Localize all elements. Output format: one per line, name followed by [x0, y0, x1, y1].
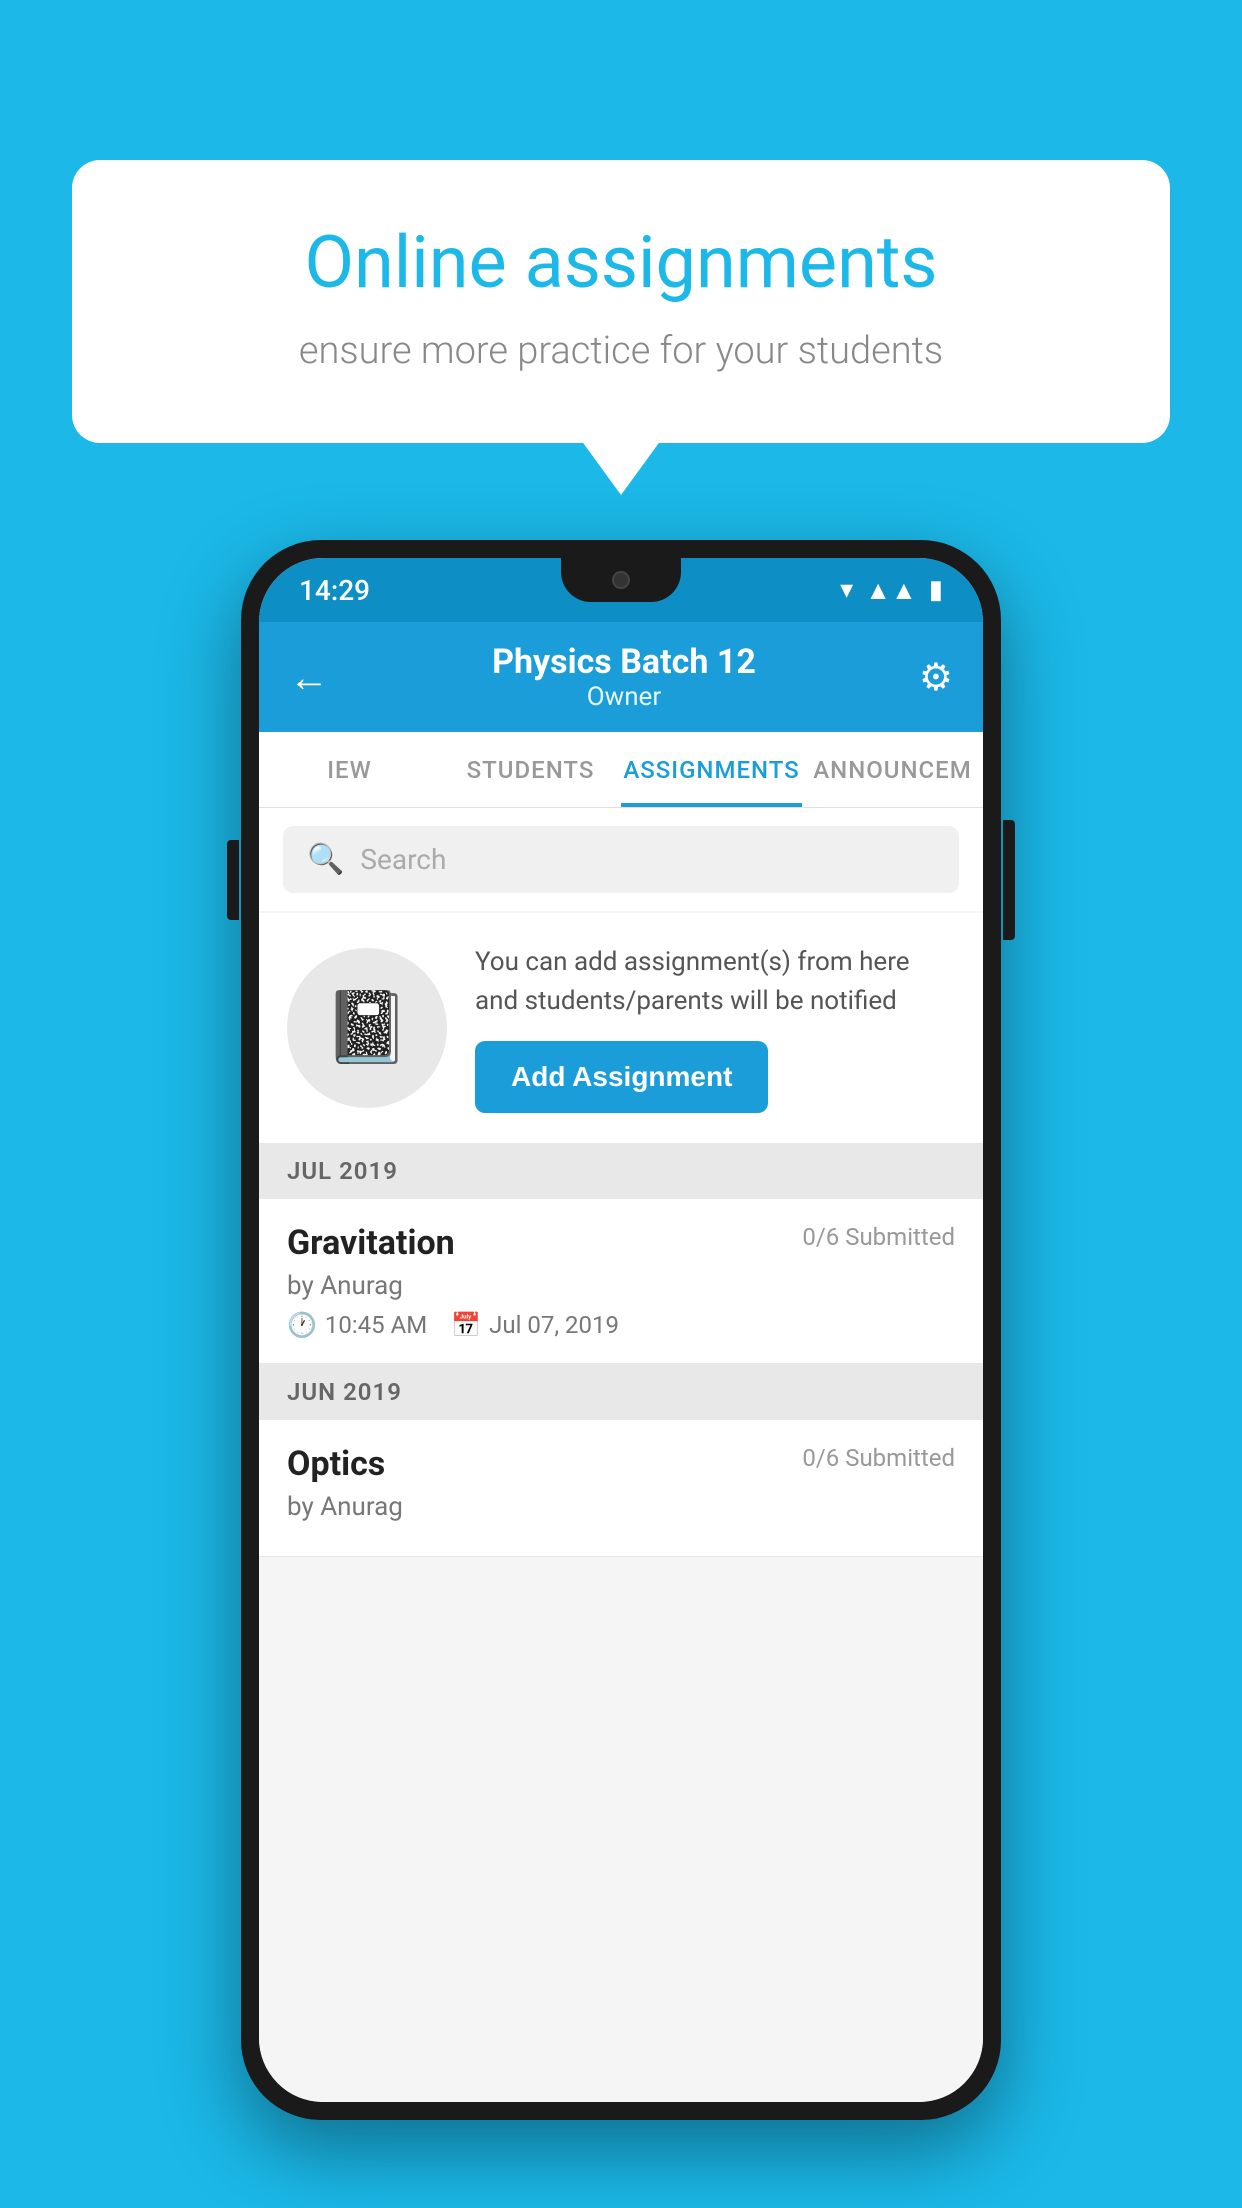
tab-announcements[interactable]: ANNOUNCEM — [802, 732, 983, 807]
search-icon: 🔍 — [307, 842, 344, 877]
search-bar-wrapper: 🔍 Search — [259, 808, 983, 911]
signal-icon: ▲▲ — [865, 575, 916, 606]
search-bar[interactable]: 🔍 Search — [283, 826, 959, 893]
meta-date: 📅 Jul 07, 2019 — [451, 1311, 619, 1339]
clock-icon: 🕐 — [287, 1311, 317, 1339]
assignment-name: Gravitation — [287, 1223, 455, 1263]
meta-time: 🕐 10:45 AM — [287, 1311, 427, 1339]
phone-wrapper: 14:29 ▾ ▲▲ ▮ ← Physics Batch 12 Owner ⚙ — [241, 540, 1001, 2120]
status-time: 14:29 — [299, 574, 370, 607]
bubble-subtitle: ensure more practice for your students — [152, 329, 1090, 373]
speech-bubble: Online assignments ensure more practice … — [72, 160, 1170, 443]
assignment-submitted-optics: 0/6 Submitted — [802, 1444, 955, 1472]
tab-iew[interactable]: IEW — [259, 732, 440, 807]
app-header: ← Physics Batch 12 Owner ⚙ — [259, 622, 983, 732]
speech-bubble-container: Online assignments ensure more practice … — [72, 160, 1170, 443]
settings-icon[interactable]: ⚙ — [919, 655, 953, 700]
back-button[interactable]: ← — [289, 654, 329, 701]
content-area: 🔍 Search 📓 You can add assignment(s) fro… — [259, 808, 983, 2102]
header-subtitle: Owner — [492, 682, 756, 712]
assignment-date: Jul 07, 2019 — [489, 1311, 619, 1339]
tab-assignments[interactable]: ASSIGNMENTS — [621, 732, 802, 807]
assignment-author-optics: by Anurag — [287, 1492, 955, 1522]
notebook-icon: 📓 — [323, 987, 410, 1069]
search-placeholder: Search — [360, 843, 446, 876]
phone-content: 🔍 Search 📓 You can add assignment(s) fro… — [259, 808, 983, 2102]
section-jul-2019: JUL 2019 — [259, 1143, 983, 1199]
header-title-group: Physics Batch 12 Owner — [492, 642, 756, 712]
status-icons: ▾ ▲▲ ▮ — [840, 575, 943, 606]
phone-screen: 14:29 ▾ ▲▲ ▮ ← Physics Batch 12 Owner ⚙ — [259, 558, 983, 2102]
assignment-row-top-optics: Optics 0/6 Submitted — [287, 1444, 955, 1484]
battery-icon: ▮ — [929, 575, 943, 605]
assignment-submitted: 0/6 Submitted — [802, 1223, 955, 1251]
promo-section: 📓 You can add assignment(s) from here an… — [259, 913, 983, 1143]
calendar-icon: 📅 — [451, 1311, 481, 1339]
assignment-item-optics[interactable]: Optics 0/6 Submitted by Anurag — [259, 1420, 983, 1557]
notch — [561, 558, 681, 602]
promo-text-area: You can add assignment(s) from here and … — [475, 943, 955, 1113]
assignment-name-optics: Optics — [287, 1444, 385, 1484]
promo-description: You can add assignment(s) from here and … — [475, 943, 955, 1021]
bubble-title: Online assignments — [152, 220, 1090, 305]
promo-icon-circle: 📓 — [287, 948, 447, 1108]
wifi-icon: ▾ — [840, 575, 853, 605]
section-jun-2019: JUN 2019 — [259, 1364, 983, 1420]
status-bar: 14:29 ▾ ▲▲ ▮ — [259, 558, 983, 622]
tab-students[interactable]: STUDENTS — [440, 732, 621, 807]
assignment-meta: 🕐 10:45 AM 📅 Jul 07, 2019 — [287, 1311, 955, 1339]
add-assignment-button[interactable]: Add Assignment — [475, 1041, 768, 1113]
assignment-author: by Anurag — [287, 1271, 955, 1301]
camera-dot — [612, 571, 630, 589]
header-title: Physics Batch 12 — [492, 642, 756, 682]
assignment-time: 10:45 AM — [325, 1311, 427, 1339]
phone-outer: 14:29 ▾ ▲▲ ▮ ← Physics Batch 12 Owner ⚙ — [241, 540, 1001, 2120]
assignment-row-top: Gravitation 0/6 Submitted — [287, 1223, 955, 1263]
assignment-item-gravitation[interactable]: Gravitation 0/6 Submitted by Anurag 🕐 10… — [259, 1199, 983, 1364]
tabs-bar: IEW STUDENTS ASSIGNMENTS ANNOUNCEM — [259, 732, 983, 808]
